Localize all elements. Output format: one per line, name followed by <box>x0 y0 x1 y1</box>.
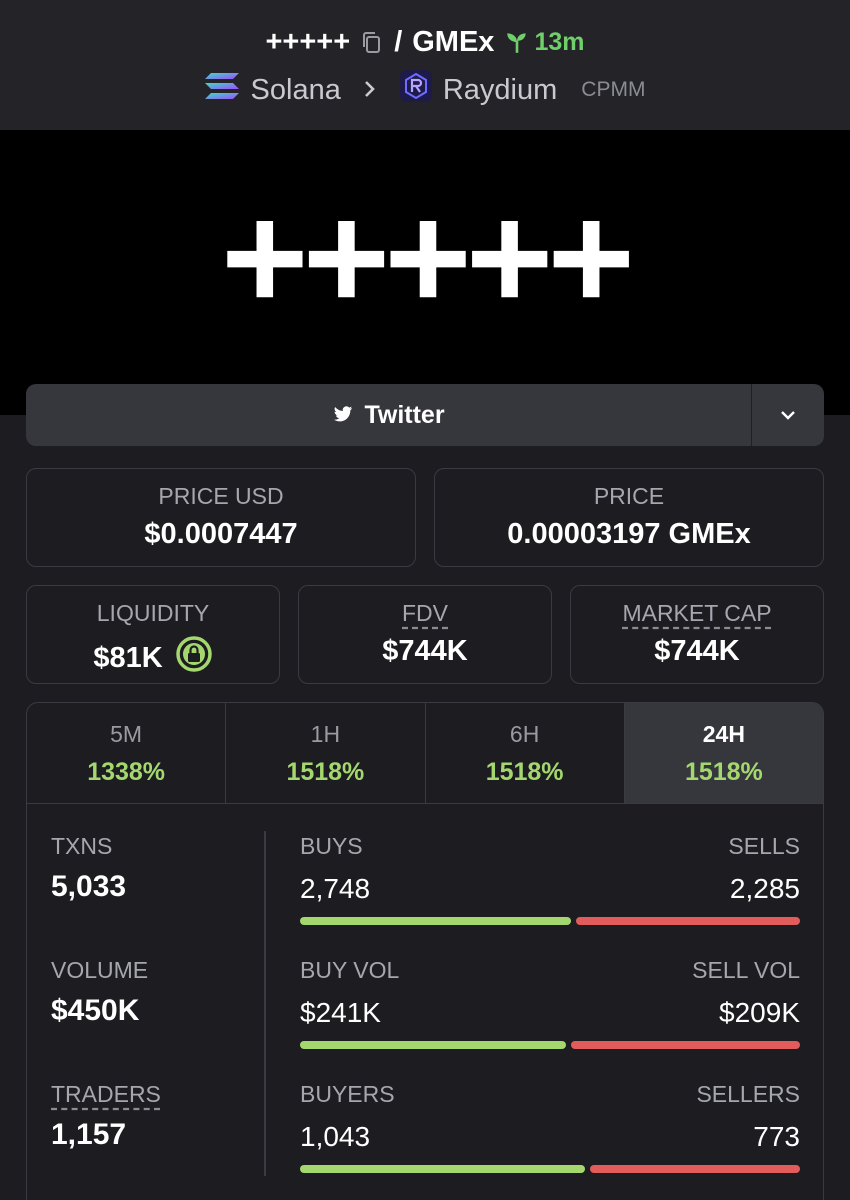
traders-label[interactable]: TRADERS <box>51 1081 161 1107</box>
tab-5m[interactable]: 5M 1338% <box>27 703 227 803</box>
price-native-value: 0.00003197 GMEx <box>507 518 751 550</box>
solana-icon <box>204 71 241 109</box>
buys-sells-bar <box>300 917 800 925</box>
copy-icon[interactable] <box>360 30 384 54</box>
buyers-bar-fill <box>300 1165 585 1173</box>
tab-label: 1H <box>310 721 341 747</box>
tab-label: 6H <box>509 721 540 747</box>
twitter-bird-icon <box>334 406 353 422</box>
buys-sells-row: BUYS SELLS 2,748 2,285 <box>300 833 800 957</box>
volume-bar <box>300 1041 800 1049</box>
traders-value: 1,157 <box>51 1118 127 1151</box>
sellers-label: SELLERS <box>696 1081 800 1107</box>
liquidity-label: LIQUIDITY <box>96 600 210 626</box>
tab-24h[interactable]: 24H 1518% <box>624 703 823 803</box>
token-banner: +++++ <box>0 130 850 415</box>
buyers-value: 1,043 <box>300 1121 371 1152</box>
volume-label: VOLUME <box>51 957 149 983</box>
price-usd-box: PRICE USD $0.0007447 <box>26 468 416 567</box>
market-cap-box: MARKET CAP $744K <box>570 585 824 684</box>
sellers-value: 773 <box>753 1121 800 1152</box>
chevron-down-icon <box>781 411 795 420</box>
quote-symbol: GMEx <box>412 25 495 58</box>
liquidity-value-row: $81K <box>27 635 279 681</box>
buyers-label: BUYERS <box>300 1081 395 1107</box>
chain-link[interactable]: Solana <box>251 74 341 107</box>
pair-age: 13m <box>504 28 584 57</box>
price-usd-label: PRICE USD <box>158 483 284 509</box>
column-divider <box>264 831 266 1176</box>
market-cap-label[interactable]: MARKET CAP <box>622 600 771 626</box>
buys-bar-fill <box>300 917 571 925</box>
pair-separator: / <box>394 25 403 58</box>
sells-label: SELLS <box>728 833 800 859</box>
volume-value: $450K <box>51 994 140 1027</box>
sells-bar-fill <box>575 917 800 925</box>
timeframe-tabs: 5M 1338% 1H 1518% 6H 1518% 24H 1518% <box>27 703 823 804</box>
tab-label: 5M <box>110 721 143 747</box>
totals-column: TXNS 5,033 VOLUME $450K TRADERS 1,157 <box>51 833 261 1200</box>
tab-change: 1518% <box>286 758 365 786</box>
fdv-box: FDV $744K <box>298 585 552 684</box>
price-usd-value: $0.0007447 <box>144 518 298 550</box>
pool-type-label: CPMM <box>581 78 646 101</box>
buys-value: 2,748 <box>300 873 371 904</box>
age-text: 13m <box>534 27 585 56</box>
tab-change: 1518% <box>485 758 564 786</box>
buys-label: BUYS <box>300 833 363 859</box>
socials-dropdown-button[interactable] <box>751 384 824 446</box>
volume-row: BUY VOL SELL VOL $241K $209K <box>300 957 800 1081</box>
dex-link[interactable]: Raydium <box>443 74 557 107</box>
market-cap-value: $744K <box>654 635 740 667</box>
txns-value: 5,033 <box>51 870 127 903</box>
twitter-button[interactable]: Twitter <box>26 384 751 446</box>
buyers-sellers-row: BUYERS SELLERS 1,043 773 <box>300 1081 800 1200</box>
tab-change: 1518% <box>684 758 763 786</box>
sell-vol-value: $209K <box>719 997 800 1028</box>
token-symbol: +++++ <box>265 25 351 58</box>
title-row: +++++ / GMEx 13m <box>0 22 850 62</box>
price-native-box: PRICE 0.00003197 GMEx <box>434 468 824 567</box>
tab-change: 1338% <box>87 758 166 786</box>
socials-bar: Twitter <box>26 384 824 446</box>
buy-vol-value: $241K <box>300 997 381 1028</box>
tab-6h[interactable]: 6H 1518% <box>426 703 625 803</box>
liquidity-value: $81K <box>93 641 163 674</box>
twitter-label: Twitter <box>364 400 445 429</box>
raydium-icon <box>399 69 433 111</box>
chain-row: Solana Raydium CPMM <box>0 70 850 110</box>
chevron-right-icon <box>363 74 377 107</box>
sellers-bar-fill <box>589 1165 800 1173</box>
sell-vol-label: SELL VOL <box>692 957 800 983</box>
buy-vol-label: BUY VOL <box>300 957 400 983</box>
sells-value: 2,285 <box>729 873 800 904</box>
lock-icon[interactable] <box>175 635 213 681</box>
sprout-icon <box>507 33 527 53</box>
buyers-bar <box>300 1165 800 1173</box>
stats-panel: 5M 1338% 1H 1518% 6H 1518% 24H 1518% TXN… <box>26 702 824 1200</box>
tab-label: 24H <box>702 721 745 747</box>
buy-sell-column: BUYS SELLS 2,748 2,285 BUY VOL SELL VOL … <box>300 833 800 1200</box>
buy-vol-bar-fill <box>300 1041 566 1049</box>
fdv-label[interactable]: FDV <box>402 600 448 626</box>
pair-header: +++++ / GMEx 13m Solana Raydium CPMM <box>0 0 850 130</box>
sell-vol-bar-fill <box>570 1041 800 1049</box>
price-native-label: PRICE <box>593 483 665 509</box>
liquidity-box: LIQUIDITY $81K <box>26 585 280 684</box>
fdv-value: $744K <box>382 635 468 667</box>
tab-1h[interactable]: 1H 1518% <box>226 703 426 803</box>
banner-text: +++++ <box>221 173 635 341</box>
txns-label: TXNS <box>51 833 113 859</box>
